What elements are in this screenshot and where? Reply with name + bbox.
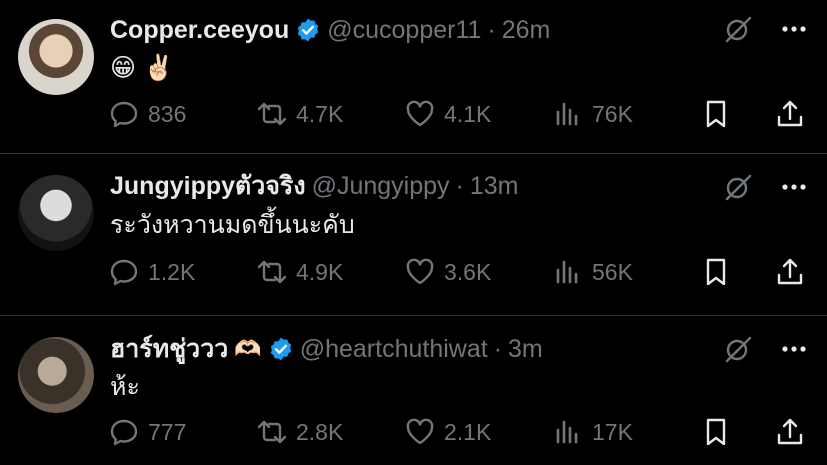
tweet-header: Jungyippyตัวจริง @Jungyippy · 13m	[110, 170, 697, 202]
views-button[interactable]: 76K	[552, 98, 633, 130]
user-handle[interactable]: @cucopper11	[327, 14, 481, 46]
grok-icon[interactable]	[723, 172, 753, 202]
bookmark-icon	[700, 416, 732, 448]
retweet-count: 4.7K	[296, 100, 344, 127]
tweet-actions: 836 4.7K 4.1K 76K	[108, 98, 809, 130]
separator-dot: ·	[455, 172, 464, 200]
share-icon	[774, 416, 806, 448]
reply-icon	[108, 256, 140, 288]
retweet-button[interactable]: 4.9K	[256, 256, 343, 288]
separator-dot: ·	[493, 335, 503, 363]
like-count: 2.1K	[444, 418, 492, 445]
reply-icon	[108, 98, 140, 130]
display-name[interactable]: Jungyippyตัวจริง	[110, 170, 306, 202]
views-button[interactable]: 17K	[552, 416, 633, 448]
verified-badge-icon	[268, 336, 294, 362]
views-icon	[552, 98, 584, 130]
tweet-header: Copper.ceeyou @cucopper11 · 26m	[110, 14, 697, 46]
retweet-count: 4.9K	[296, 258, 344, 285]
timestamp[interactable]: 26m	[502, 14, 551, 46]
share-icon	[774, 256, 806, 288]
tweet-text: 😁 ✌🏻	[110, 54, 175, 82]
retweet-count: 2.8K	[296, 418, 344, 445]
avatar[interactable]	[18, 337, 94, 413]
timestamp[interactable]: 3m	[508, 333, 543, 365]
reply-button[interactable]: 836	[108, 98, 186, 130]
share-button[interactable]	[774, 256, 806, 288]
retweet-icon	[256, 416, 288, 448]
bookmark-icon	[700, 98, 732, 130]
view-count: 56K	[592, 258, 633, 285]
more-icon[interactable]	[779, 172, 809, 202]
like-icon	[404, 98, 436, 130]
bookmark-button[interactable]	[700, 416, 732, 448]
share-button[interactable]	[774, 416, 806, 448]
like-count: 4.1K	[444, 100, 492, 127]
views-button[interactable]: 56K	[552, 256, 633, 288]
reply-button[interactable]: 777	[108, 416, 186, 448]
view-count: 76K	[592, 100, 633, 127]
tweet-text: ระวังหวานมดขึ้นนะคับ	[110, 211, 355, 239]
avatar[interactable]	[18, 19, 94, 95]
tweet[interactable]: ฮาร์ทชู่ววว 🫶🏻 @heartchuthiwat · 3m ห้ะ …	[0, 316, 827, 465]
share-button[interactable]	[774, 98, 806, 130]
retweet-button[interactable]: 4.7K	[256, 98, 343, 130]
tweet-text: ห้ะ	[110, 373, 140, 401]
bookmark-button[interactable]	[700, 256, 732, 288]
more-icon[interactable]	[779, 334, 809, 364]
display-name[interactable]: Copper.ceeyou	[110, 14, 289, 46]
views-icon	[552, 416, 584, 448]
timestamp[interactable]: 13m	[470, 170, 519, 202]
bookmark-icon	[700, 256, 732, 288]
bookmark-button[interactable]	[700, 98, 732, 130]
retweet-icon	[256, 98, 288, 130]
user-handle[interactable]: @heartchuthiwat	[300, 333, 488, 365]
reply-icon	[108, 416, 140, 448]
reply-count: 836	[148, 100, 187, 127]
like-button[interactable]: 3.6K	[404, 256, 491, 288]
tweet[interactable]: Copper.ceeyou @cucopper11 · 26m 😁 ✌🏻 836…	[0, 0, 827, 154]
like-button[interactable]: 2.1K	[404, 416, 491, 448]
grok-icon[interactable]	[723, 14, 753, 44]
heart-hands-emoji: 🫶🏻	[234, 336, 262, 361]
separator-dot: ·	[487, 16, 496, 44]
grok-icon[interactable]	[723, 334, 753, 364]
user-handle[interactable]: @Jungyippy	[312, 170, 450, 202]
like-button[interactable]: 4.1K	[404, 98, 491, 130]
like-icon	[404, 256, 436, 288]
reply-count: 777	[148, 418, 187, 445]
tweet-header: ฮาร์ทชู่ววว 🫶🏻 @heartchuthiwat · 3m	[110, 333, 697, 365]
tweet[interactable]: Jungyippyตัวจริง @Jungyippy · 13m ระวังห…	[0, 154, 827, 316]
like-count: 3.6K	[444, 258, 492, 285]
reply-count: 1.2K	[148, 258, 196, 285]
more-icon[interactable]	[779, 14, 809, 44]
like-icon	[404, 416, 436, 448]
retweet-button[interactable]: 2.8K	[256, 416, 343, 448]
view-count: 17K	[592, 418, 633, 445]
tweet-actions: 1.2K 4.9K 3.6K 56K	[108, 256, 809, 288]
views-icon	[552, 256, 584, 288]
share-icon	[774, 98, 806, 130]
retweet-icon	[256, 256, 288, 288]
tweet-actions: 777 2.8K 2.1K 17K	[108, 416, 809, 448]
verified-badge-icon	[295, 17, 321, 43]
reply-button[interactable]: 1.2K	[108, 256, 195, 288]
display-name[interactable]: ฮาร์ทชู่ววว	[110, 333, 228, 365]
avatar[interactable]	[18, 175, 94, 251]
